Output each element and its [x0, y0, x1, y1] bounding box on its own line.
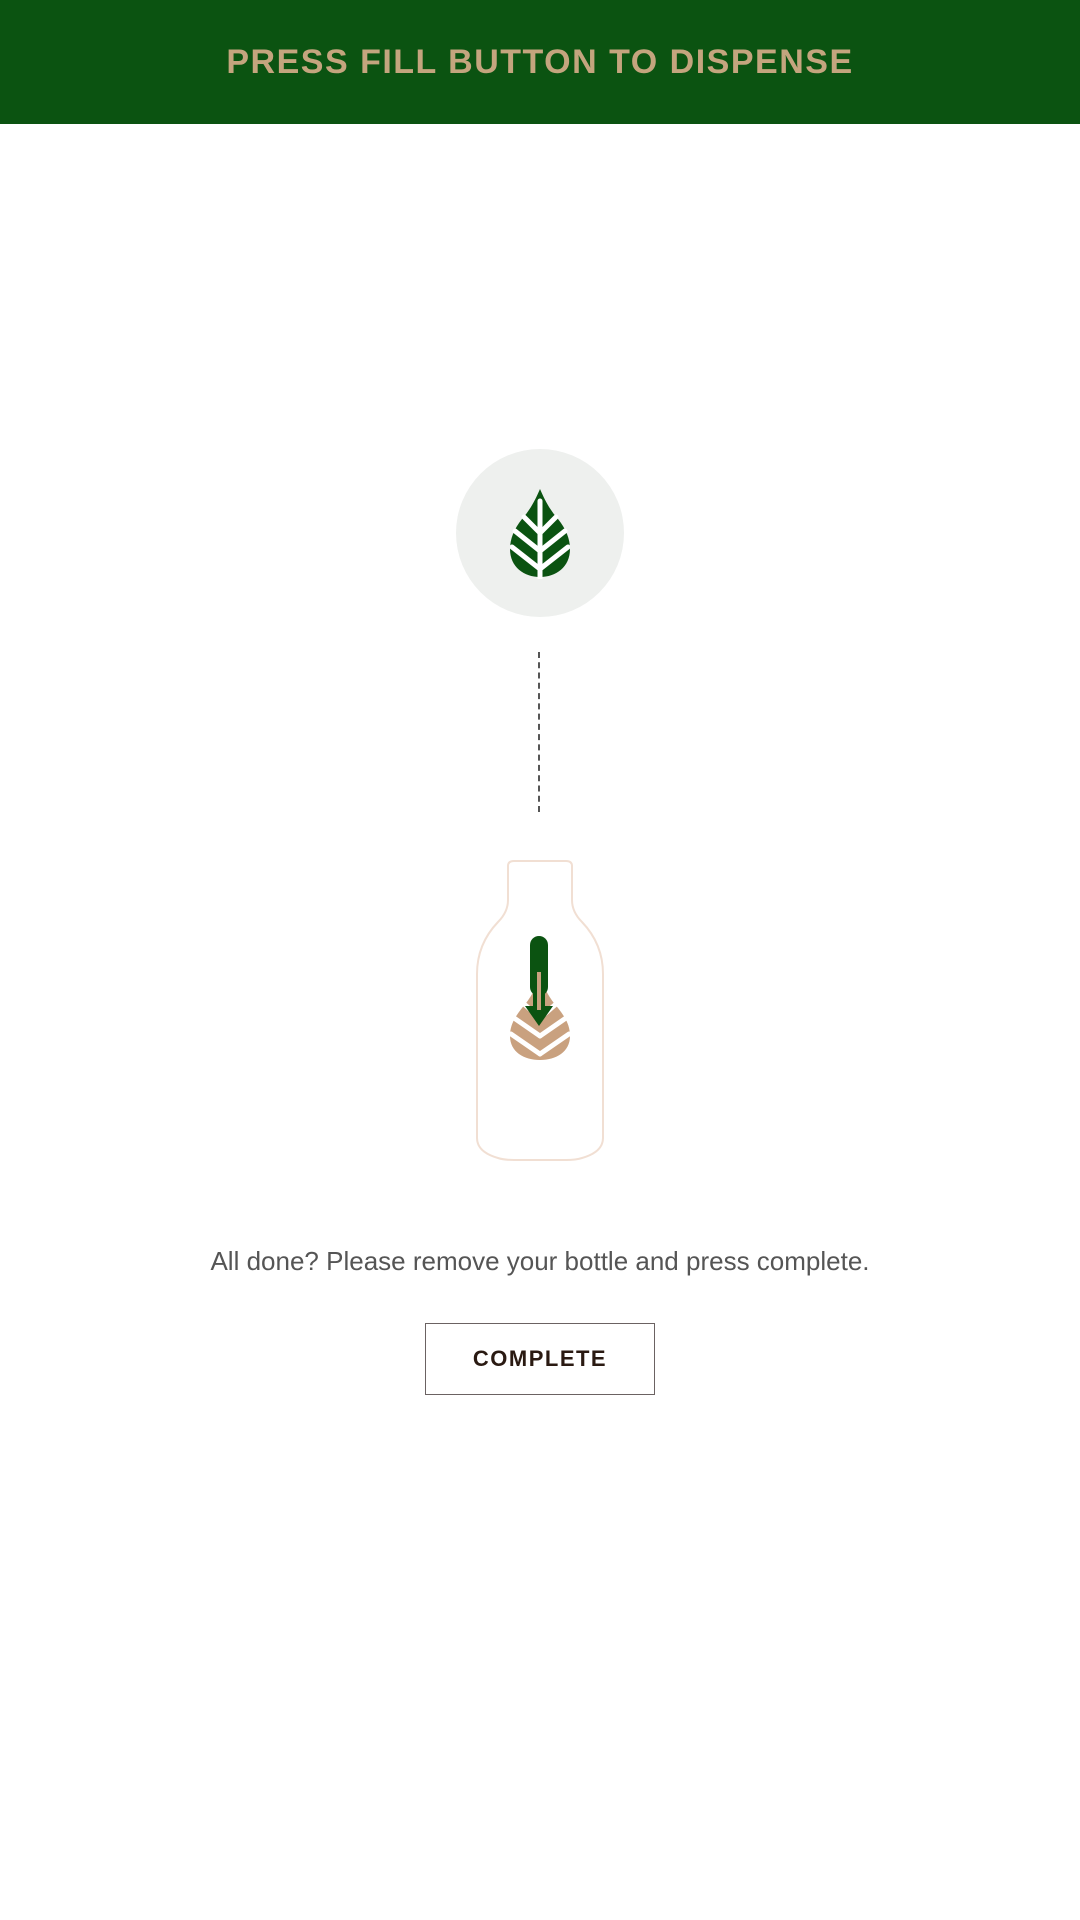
dispense-path-line [538, 652, 540, 812]
fill-screen: PRESS FILL BUTTON TO DISPENSE All done? … [0, 0, 1080, 1920]
bottle-icon [470, 860, 610, 1162]
complete-button[interactable]: COMPLETE [425, 1323, 655, 1395]
complete-button-label: COMPLETE [472, 1346, 608, 1371]
leaf-icon [510, 489, 570, 579]
instruction-message: All done? Please remove your bottle and … [210, 1246, 870, 1276]
dispenser-circle [456, 449, 624, 617]
header-bar: PRESS FILL BUTTON TO DISPENSE [0, 0, 1080, 124]
header-title: PRESS FILL BUTTON TO DISPENSE [226, 42, 854, 81]
